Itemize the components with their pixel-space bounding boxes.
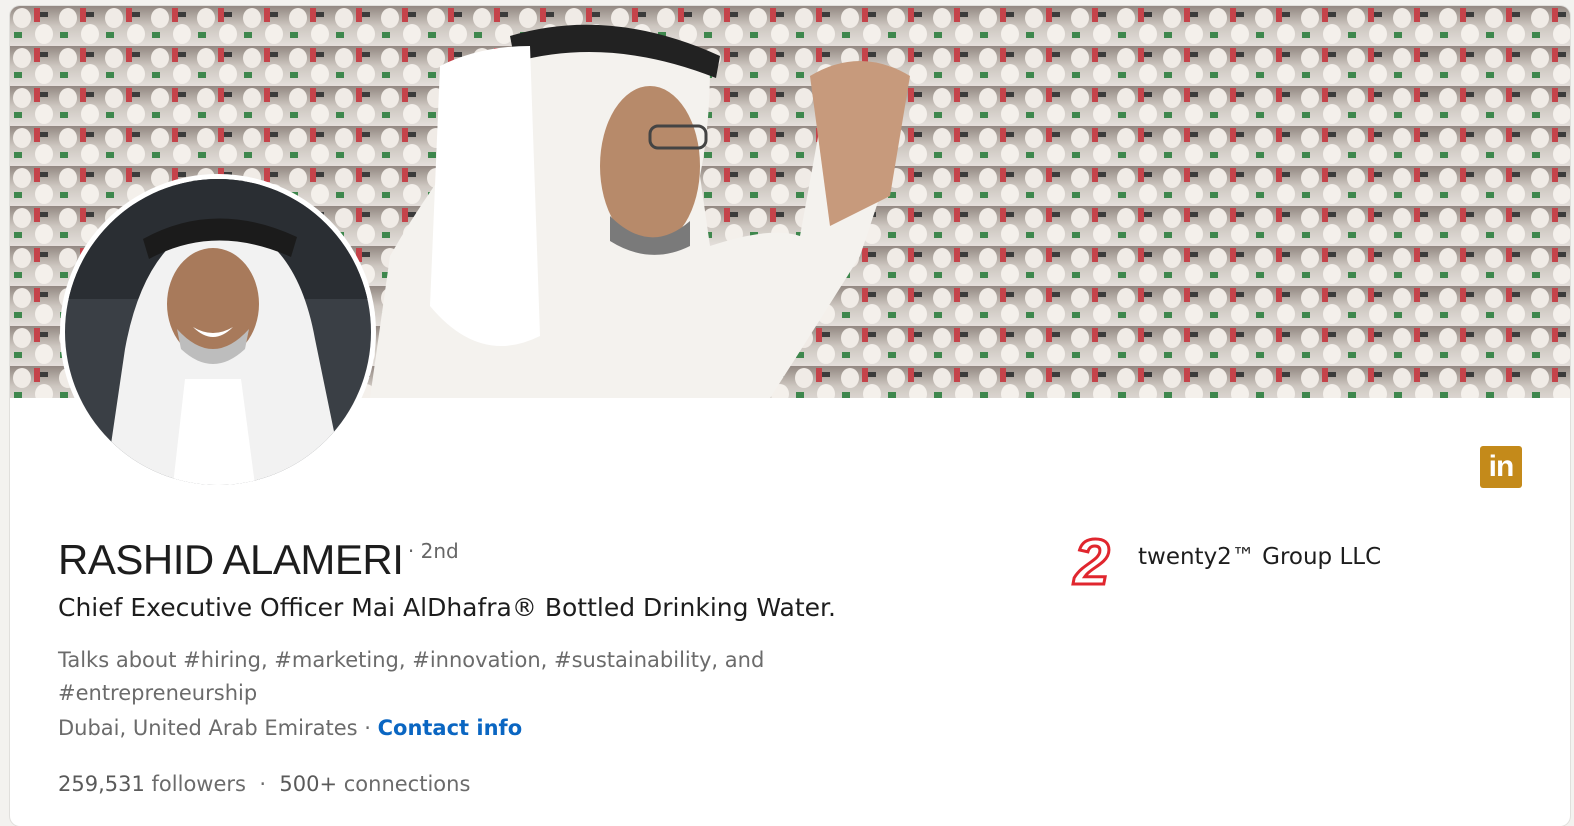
company-logo-text: 2	[1073, 530, 1110, 596]
profile-photo[interactable]	[60, 174, 376, 490]
talks-about: Talks about #hiring, #marketing, #innova…	[58, 648, 765, 705]
followers-count: 259,531	[58, 772, 145, 796]
avatar-image	[65, 179, 371, 485]
connection-degree: · 2nd	[407, 539, 459, 563]
profile-headline: Chief Executive Officer Mai AlDhafra® Bo…	[58, 593, 836, 622]
twenty2-logo-icon: 2	[1072, 530, 1112, 596]
followers-label: followers	[151, 772, 246, 796]
profile-name: RASHID ALAMERI	[58, 536, 404, 583]
company-name[interactable]: twenty2™ Group LLC	[1138, 544, 1381, 570]
linkedin-icon[interactable]: in	[1480, 446, 1522, 488]
connections-label[interactable]: connections	[344, 772, 471, 796]
location-row: Dubai, United Arab Emirates · Contact in…	[58, 716, 522, 740]
location-text: Dubai, United Arab Emirates	[58, 716, 358, 740]
stats-row: 259,531 followers · 500+ connections	[58, 772, 471, 796]
current-company[interactable]: 2 twenty2™ Group LLC	[1068, 530, 1382, 596]
contact-info-link[interactable]: Contact info	[378, 716, 523, 740]
separator: ·	[357, 716, 378, 740]
name-row: RASHID ALAMERI · 2nd	[58, 536, 459, 584]
connections-count[interactable]: 500+	[279, 772, 337, 796]
profile-card: in RASHID ALAMERI · 2nd Chief Executive …	[10, 6, 1570, 826]
